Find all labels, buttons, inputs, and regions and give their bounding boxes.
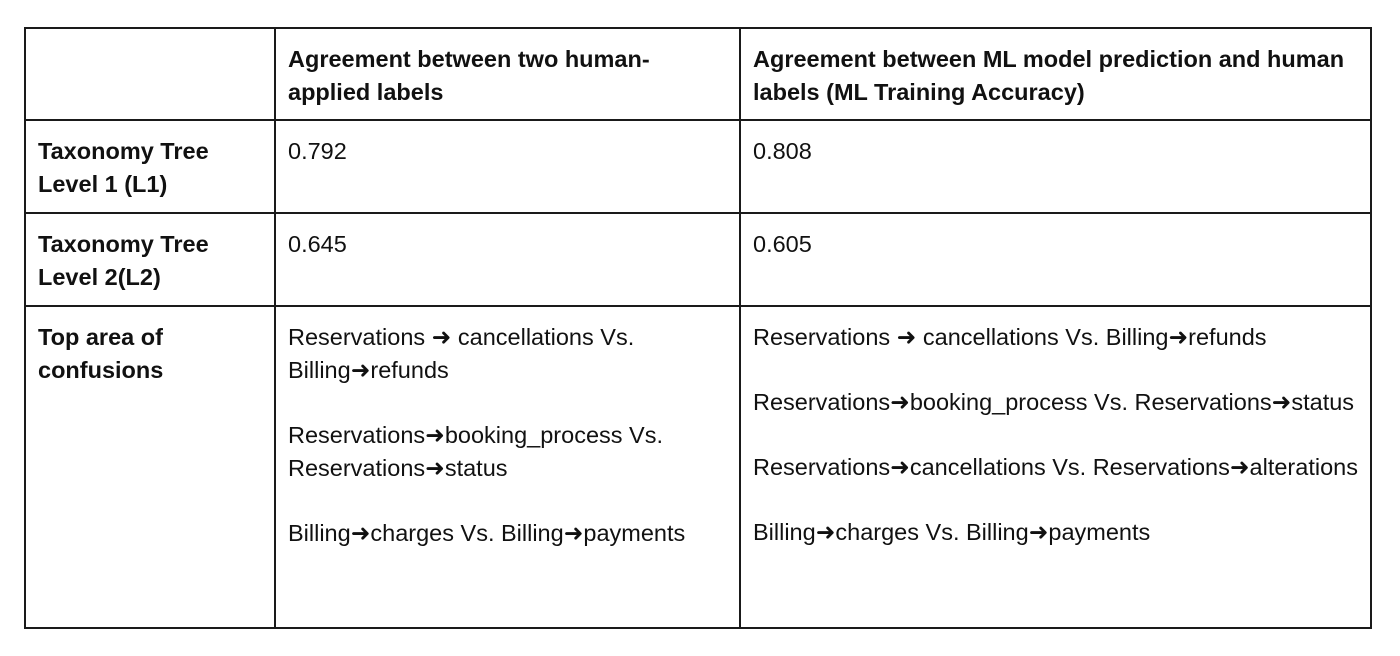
- confusion-item: Reservations➜booking_process Vs. Reserva…: [288, 422, 663, 481]
- header-row: Agreement between two human-applied labe…: [24, 27, 1372, 121]
- confusion-item: Reservations➜booking_process Vs. Reserva…: [753, 389, 1355, 415]
- row-label-l1: Taxonomy Tree Level 1 (L1): [24, 119, 276, 214]
- confusion-item: Reservations➜cancellations Vs. Reservati…: [753, 454, 1358, 480]
- cell-l1-human: 0.792: [274, 119, 741, 214]
- header-empty-cell: [24, 27, 276, 121]
- table-row: Top area of confusions Reservations ➜ ca…: [24, 305, 1372, 629]
- header-ml-agreement: Agreement between ML model prediction an…: [739, 27, 1372, 121]
- cell-l1-ml: 0.808: [739, 119, 1372, 214]
- cell-confusions-human: Reservations ➜ cancellations Vs. Billing…: [274, 305, 741, 629]
- cell-confusions-ml: Reservations ➜ cancellations Vs. Billing…: [739, 305, 1372, 629]
- cell-l2-human: 0.645: [274, 212, 741, 307]
- agreement-table: Agreement between two human-applied labe…: [24, 27, 1372, 629]
- row-label-l2: Taxonomy Tree Level 2(L2): [24, 212, 276, 307]
- row-label-confusions: Top area of confusions: [24, 305, 276, 629]
- confusion-item: Billing➜charges Vs. Billing➜payments: [288, 520, 686, 546]
- header-human-agreement: Agreement between two human-applied labe…: [274, 27, 741, 121]
- confusion-item: Reservations ➜ cancellations Vs. Billing…: [753, 324, 1267, 350]
- cell-l2-ml: 0.605: [739, 212, 1372, 307]
- table-row: Taxonomy Tree Level 2(L2) 0.645 0.605: [24, 212, 1372, 307]
- confusion-item: Reservations ➜ cancellations Vs. Billing…: [288, 324, 635, 383]
- confusion-item: Billing➜charges Vs. Billing➜payments: [753, 519, 1151, 545]
- table-row: Taxonomy Tree Level 1 (L1) 0.792 0.808: [24, 119, 1372, 214]
